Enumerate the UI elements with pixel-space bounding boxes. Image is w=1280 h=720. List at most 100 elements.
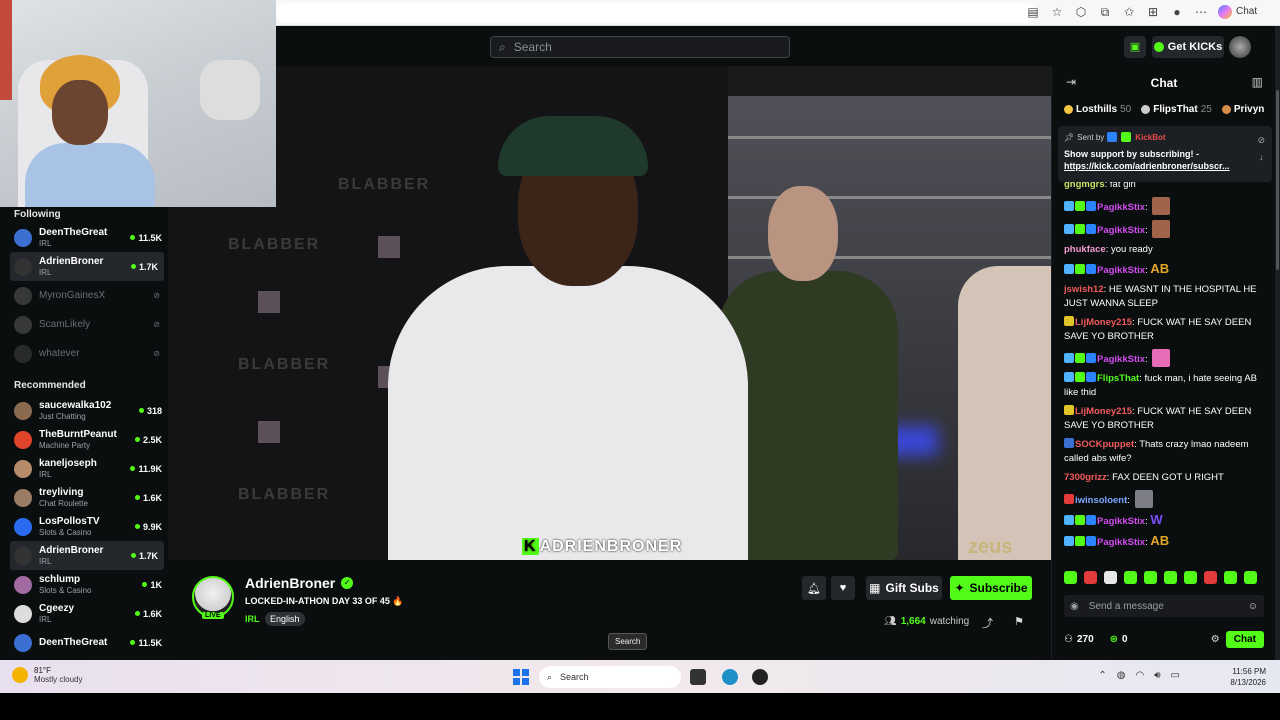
clock[interactable]: 11:56 PM 8/13/2026 [1230, 666, 1266, 688]
sidebar-channel[interactable]: DeenTheGreat 11.5K [0, 628, 168, 657]
report-icon[interactable]: ⚑ [1014, 615, 1024, 628]
profile-icon[interactable]: ● [1170, 5, 1184, 19]
chat-message[interactable]: LijMoney215: FUCK WAT HE SAY DEEN SAVE Y… [1064, 316, 1266, 344]
split-screen-icon[interactable]: ⧉ [1098, 5, 1112, 19]
chat-username[interactable]: PagikkStix [1097, 537, 1145, 548]
quick-emote-icon[interactable] [1124, 571, 1137, 584]
chat-message[interactable]: jswish12: HE WASNT IN THE HOSPITAL HE JU… [1064, 283, 1266, 311]
chat-username[interactable]: 7300grizz [1064, 472, 1107, 483]
weather-widget[interactable]: 81°F Mostly cloudy [12, 666, 82, 684]
gifter[interactable]: Losthills 50 [1064, 104, 1131, 115]
start-button[interactable] [513, 669, 529, 685]
sidebar-channel[interactable]: Cgeezy IRL 1.6K [0, 599, 168, 628]
gifter[interactable]: Privyn [1221, 104, 1264, 115]
sidebar-channel[interactable]: whatever ⊘ [0, 339, 168, 368]
chat-username[interactable]: LijMoney215 [1075, 317, 1132, 328]
quick-emote-icon[interactable] [1144, 571, 1157, 584]
subscribe-button[interactable]: ✦ Subscribe [950, 576, 1032, 600]
video-player[interactable]: BLABBER BLABBER BLABBER BLABBER K ADRIENB… [168, 66, 1051, 560]
follow-button[interactable]: ♥ [831, 576, 855, 600]
get-kicks-button[interactable]: Get KICKs [1152, 36, 1224, 58]
volume-icon[interactable]: 🔊︎ [1154, 670, 1160, 681]
favorites-icon[interactable]: ✩ [1122, 5, 1136, 19]
chat-username[interactable]: PagikkStix [1097, 225, 1145, 236]
extensions-icon[interactable]: ⬡ [1074, 5, 1088, 19]
sidebar-channel[interactable]: AdrienBroner IRL 1.7K [10, 541, 164, 570]
channel-points[interactable]: ⚇ 270 [1064, 634, 1094, 645]
chat-input[interactable]: ◉ Send a message ☺ [1064, 595, 1264, 617]
sidebar-channel[interactable]: ScamLikely ⊘ [0, 310, 168, 339]
quick-emote-icon[interactable] [1164, 571, 1177, 584]
chevron-up-icon[interactable]: ⌃ [1098, 670, 1106, 681]
pinned-message[interactable]: 📌︎ Sent by KickBot Show support by subsc… [1058, 126, 1272, 182]
chat-message[interactable]: LijMoney215: FUCK WAT HE SAY DEEN SAVE Y… [1064, 405, 1266, 433]
chat-username[interactable]: FlipsThat [1097, 373, 1139, 384]
stream-category[interactable]: IRL [245, 614, 260, 624]
vpn-icon[interactable]: ◍ [1117, 670, 1126, 681]
quick-emote-icon[interactable] [1084, 571, 1097, 584]
pinned-link[interactable]: https://kick.com/adrienbroner/subscr... [1064, 161, 1230, 171]
chat-username[interactable]: iwinsoloent [1075, 495, 1127, 506]
chat-message[interactable]: phukface: you ready [1064, 243, 1266, 257]
chat-username[interactable]: phukface [1064, 244, 1106, 255]
address-bar[interactable] [276, 3, 1036, 23]
language-tag[interactable]: English [265, 612, 305, 626]
expand-down-icon[interactable]: ↓ [1257, 149, 1265, 166]
chat-message[interactable]: SOCKpuppet: Thats crazy lmao nadeem call… [1064, 438, 1266, 466]
sidebar-channel[interactable]: saucewalka102 Just Chatting 318 [0, 396, 168, 425]
quick-emote-icon[interactable] [1104, 571, 1117, 584]
favorite-star-icon[interactable]: ☆ [1050, 5, 1064, 19]
chat-message[interactable]: 7300grizz: FAX DEEN GOT U RIGHT [1064, 471, 1266, 485]
sidebar-channel[interactable]: treyliving Chat Roulette 1.6K [0, 483, 168, 512]
sidebar-channel[interactable]: schlump Slots & Casino 1K [0, 570, 168, 599]
chat-message[interactable]: FlipsThat: fuck man, i hate seeing AB li… [1064, 372, 1266, 400]
chat-users-icon[interactable]: ▥ [1252, 75, 1263, 89]
chat-username[interactable]: SOCKpuppet [1075, 439, 1134, 450]
more-icon[interactable]: ⋯ [1194, 5, 1208, 19]
share-icon[interactable]: ⤴ [982, 615, 993, 631]
notification-bell-button[interactable]: 🔔︎ [802, 576, 826, 600]
quick-emote-icon[interactable] [1224, 571, 1237, 584]
chat-settings-icon[interactable]: ⚙ [1211, 634, 1220, 645]
user-avatar[interactable] [1229, 36, 1251, 58]
reader-icon[interactable]: ▤ [1026, 5, 1040, 19]
hide-icon[interactable]: ⊘ [1257, 132, 1265, 149]
battery-icon[interactable]: ▭ [1171, 670, 1180, 681]
collections-icon[interactable]: ⊞ [1146, 5, 1160, 19]
chat-message[interactable]: PagikkStix: AB [1064, 262, 1266, 278]
obs-icon[interactable] [752, 669, 768, 685]
chat-message[interactable]: iwinsoloent: [1064, 490, 1266, 508]
gifter[interactable]: FlipsThat 25 [1141, 104, 1212, 115]
chat-username[interactable]: PagikkStix [1097, 202, 1145, 213]
chat-message[interactable]: PagikkStix: AB [1064, 534, 1266, 550]
chat-message[interactable]: PagikkStix: [1064, 349, 1266, 367]
file-explorer-icon[interactable] [690, 669, 706, 685]
copilot-chat-button[interactable]: Chat [1218, 5, 1257, 19]
sidebar-channel[interactable]: MyronGainesX ⊘ [0, 281, 168, 310]
sidebar-channel[interactable]: TheBurntPeanut Machine Party 2.5K [0, 425, 168, 454]
edge-browser-icon[interactable] [722, 669, 738, 685]
sidebar-channel[interactable]: AdrienBroner IRL 1.7K [10, 252, 164, 281]
chat-message[interactable]: PagikkStix: [1064, 220, 1266, 238]
send-chat-button[interactable]: Chat [1225, 630, 1264, 648]
kicks-balance[interactable]: ⊛ 0 [1110, 634, 1128, 645]
channel-name[interactable]: AdrienBroner ✓ [245, 575, 354, 591]
chat-message[interactable]: PagikkStix: W [1064, 513, 1266, 529]
emoji-icon[interactable]: ☺ [1248, 601, 1258, 612]
sidebar-channel[interactable]: kaneljoseph IRL 11.9K [0, 454, 168, 483]
scrollbar-thumb[interactable] [1276, 90, 1279, 270]
rewards-button[interactable]: ▣ [1124, 36, 1146, 58]
wifi-icon[interactable]: ◠ [1136, 670, 1145, 681]
chat-username[interactable]: PagikkStix [1097, 516, 1145, 527]
quick-emote-icon[interactable] [1064, 571, 1077, 584]
taskbar-search[interactable]: ⌕ Search [539, 666, 681, 688]
quick-emote-icon[interactable] [1244, 571, 1257, 584]
chat-username[interactable]: PagikkStix [1097, 265, 1145, 276]
search-input[interactable]: ⌕ Search [490, 36, 790, 58]
sidebar-channel[interactable]: DeenTheGreat IRL 11.5K [0, 223, 168, 252]
chat-username[interactable]: jswish12 [1064, 284, 1104, 295]
chat-username[interactable]: LijMoney215 [1075, 406, 1132, 417]
quick-emote-icon[interactable] [1184, 571, 1197, 584]
gift-subs-button[interactable]: ▦ Gift Subs [866, 576, 942, 600]
chat-username[interactable]: PagikkStix [1097, 354, 1145, 365]
